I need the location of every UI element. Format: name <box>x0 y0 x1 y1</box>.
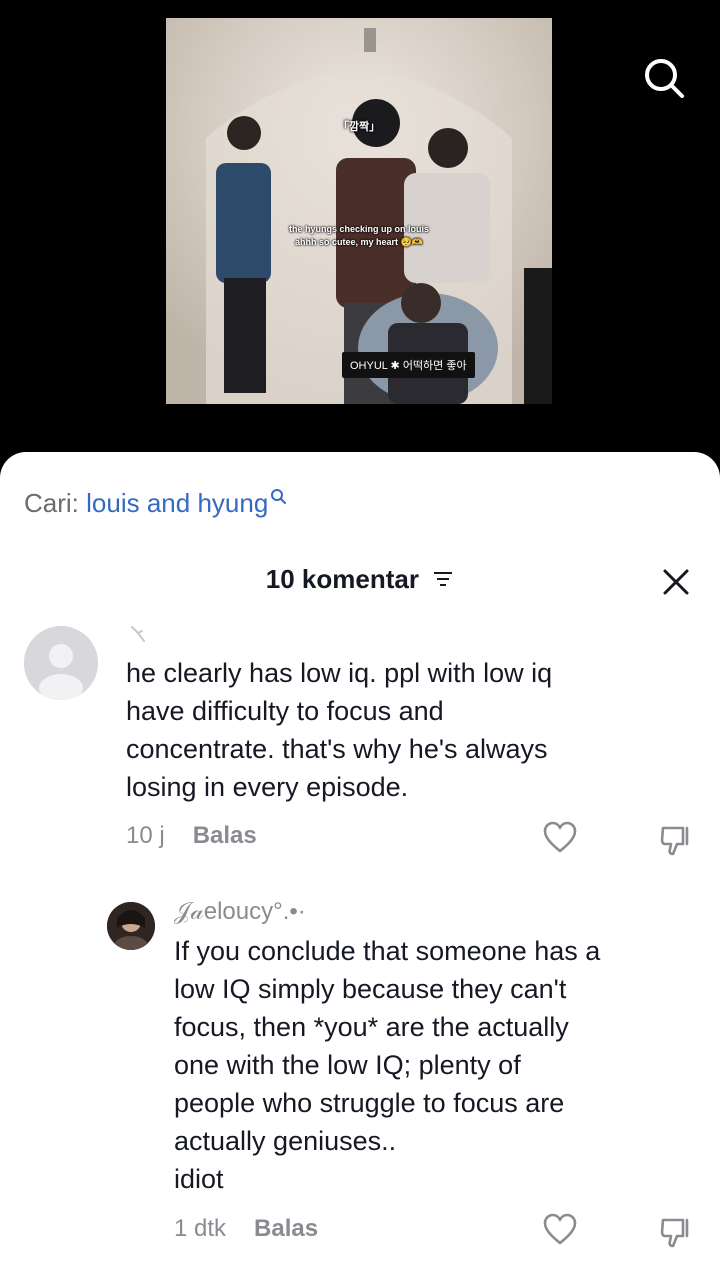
search-small-icon <box>271 489 287 504</box>
comment-2-reply-button[interactable]: Balas <box>254 1215 318 1242</box>
comments-sheet: Cari: louis and hyung 10 komentar he cle… <box>0 452 720 1280</box>
caption-line-1: the hyungs checking up on louis <box>288 224 429 234</box>
search-query-link[interactable]: louis and hyung <box>86 488 268 518</box>
like-heart-icon[interactable] <box>542 1212 578 1246</box>
comments-header: 10 komentar <box>0 562 720 595</box>
video-area[interactable]: 「깜짝」 the hyungs checking up on louis ahh… <box>0 0 720 470</box>
comment-1-meta: 10 j Balas <box>126 822 257 850</box>
default-avatar-icon <box>24 626 98 700</box>
user-photo-avatar <box>107 902 155 950</box>
comment-2-text: If you conclude that someone has a low I… <box>174 936 601 1194</box>
search-prefix: Cari: <box>24 488 79 518</box>
search-icon[interactable] <box>638 52 690 104</box>
video-thumbnail[interactable]: 「깜짝」 the hyungs checking up on louis ahh… <box>166 18 552 404</box>
comment-2-avatar[interactable] <box>107 902 155 950</box>
filter-icon[interactable] <box>432 569 454 589</box>
comment-1-author-mark[interactable] <box>128 624 158 646</box>
comment-2-time: 1 dtk <box>174 1215 227 1242</box>
comment-1-text: he clearly has low iq. ppl with low iq h… <box>126 658 553 802</box>
caption-title: 「깜짝」 <box>337 121 381 133</box>
video-scene-image <box>166 18 552 404</box>
related-search[interactable]: Cari: louis and hyung <box>24 488 288 519</box>
close-icon[interactable] <box>660 566 692 598</box>
song-tag: OHYUL ✱ 어떡하면 좋아 <box>342 352 475 378</box>
comment-2-meta: 1 dtk Balas <box>174 1215 318 1243</box>
comment-1-reply-button[interactable]: Balas <box>193 822 257 849</box>
comment-count: 10 komentar <box>265 563 419 594</box>
like-heart-icon[interactable] <box>542 820 578 854</box>
dislike-icon[interactable] <box>658 1214 694 1250</box>
comment-1-time: 10 j <box>126 822 165 849</box>
comment-1-avatar[interactable] <box>24 626 98 700</box>
caption-line-2: ahhh so cutee, my heart 🥺🫶 <box>295 237 423 247</box>
comment-2-author[interactable]: 𝒥𝒶eloucy°.•· <box>174 898 306 926</box>
dislike-icon[interactable] <box>658 822 694 858</box>
